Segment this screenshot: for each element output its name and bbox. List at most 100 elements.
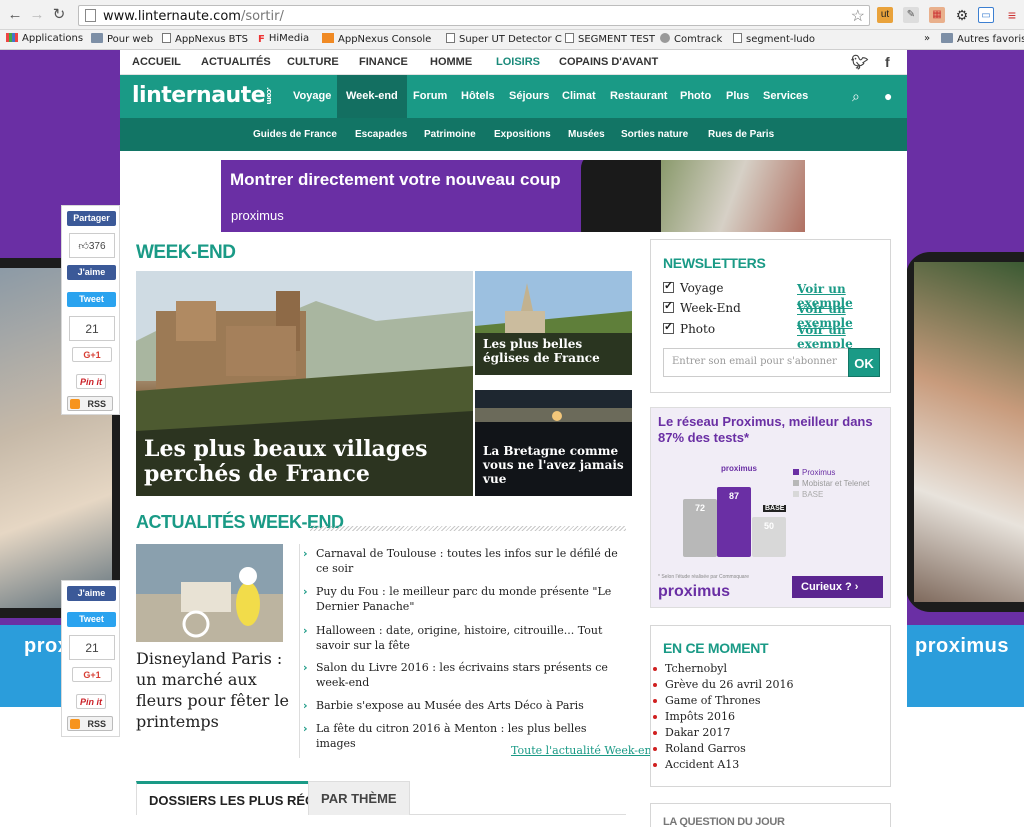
nav-sejours[interactable]: Séjours: [509, 90, 549, 102]
disneyland-photo[interactable]: [136, 544, 283, 642]
news-item[interactable]: › Puy du Fou : le meilleur parc du monde …: [303, 584, 628, 614]
rss-button[interactable]: RSS: [67, 716, 113, 731]
nav-forum[interactable]: Forum: [413, 90, 447, 102]
trending-item[interactable]: Dakar 2017: [652, 726, 730, 739]
topnav-culture[interactable]: CULTURE: [287, 56, 339, 68]
settings-gear-icon[interactable]: ⚙: [954, 7, 970, 23]
bookmark-other-favorites[interactable]: Autres favoris: [941, 33, 1024, 45]
skin-right-phone-image[interactable]: [906, 252, 1024, 612]
checkbox-photo[interactable]: [663, 320, 674, 334]
topnav-loisirs[interactable]: LOISIRS: [496, 56, 540, 68]
bookmark-appnexus-console[interactable]: AppNexus Console: [322, 33, 431, 45]
address-bar[interactable]: www.linternaute.com/sortir/ ☆: [78, 5, 870, 26]
newsletter-option-voyage[interactable]: Voyage: [663, 279, 724, 295]
gplus-button[interactable]: G+1: [72, 347, 112, 362]
topnav-actualites[interactable]: ACTUALITÉS: [201, 56, 271, 68]
newsletter-option-weekend[interactable]: Week-End: [663, 299, 741, 315]
news-item[interactable]: › Halloween : date, origine, histoire, ci…: [303, 623, 628, 653]
article-tile-eglises[interactable]: Les plus belles églises de France: [475, 271, 632, 375]
article-tile-bretagne[interactable]: La Bretagne comme vous ne l'avez jamais …: [475, 390, 632, 496]
subnav-guides[interactable]: Guides de France: [253, 129, 337, 140]
bookmark-segment-ludo[interactable]: segment-ludo: [733, 33, 815, 45]
ad-footnote: * Selon l'étude réalisée par Commsquare: [658, 574, 750, 580]
nav-restaurant[interactable]: Restaurant: [610, 90, 667, 102]
facebook-share-button[interactable]: Partager: [67, 211, 116, 226]
extension-pen-icon[interactable]: ✎: [903, 7, 919, 23]
back-icon[interactable]: ←: [6, 6, 24, 24]
bookmarks-overflow-button[interactable]: »: [924, 33, 930, 44]
checkbox-voyage[interactable]: [663, 279, 674, 293]
topnav-accueil[interactable]: ACCUEIL: [132, 56, 181, 68]
bookmark-super-ut[interactable]: Super UT Detector C: [446, 33, 562, 45]
nav-services[interactable]: Services: [763, 90, 808, 102]
news-item[interactable]: › Salon du Livre 2016 : les écrivains sta…: [303, 660, 628, 690]
bookmark-himedia[interactable]: F HiMedia: [258, 33, 309, 45]
example-link-photo[interactable]: Voir un exemple: [797, 323, 890, 351]
rss-button[interactable]: RSS: [67, 396, 113, 411]
nav-week-end[interactable]: Week-end: [337, 75, 407, 118]
subnav-expositions[interactable]: Expositions: [494, 129, 551, 140]
menu-icon[interactable]: ≡: [1004, 7, 1020, 23]
news-item[interactable]: › Barbie s'expose au Musée des Arts Déco …: [303, 698, 628, 713]
skin-right-brand[interactable]: proximus: [907, 625, 1024, 707]
extension-ut-icon[interactable]: ut: [877, 7, 893, 23]
news-item[interactable]: › Carnaval de Toulouse : toutes les infos…: [303, 546, 628, 576]
nav-hotels[interactable]: Hôtels: [461, 90, 495, 102]
forward-icon[interactable]: →: [28, 6, 46, 24]
nav-plus[interactable]: Plus: [726, 90, 749, 102]
site-logo[interactable]: linternaute .com: [132, 83, 273, 108]
extension-screen-icon[interactable]: ▭: [978, 7, 994, 23]
extension-badge-icon[interactable]: ▦: [929, 7, 945, 23]
twitter-icon[interactable]: 🐦︎: [851, 54, 869, 71]
topnav-finance[interactable]: FINANCE: [359, 56, 408, 68]
all-news-link[interactable]: Toute l'actualité Week-end: [511, 744, 659, 757]
pinterest-button[interactable]: Pin it: [76, 374, 106, 389]
tweet-button[interactable]: Tweet: [67, 612, 116, 627]
tweet-button[interactable]: Tweet: [67, 292, 116, 307]
trending-item[interactable]: Impôts 2016: [653, 710, 735, 723]
subnav-patrimoine[interactable]: Patrimoine: [424, 129, 476, 140]
topnav-homme[interactable]: HOMME: [430, 56, 472, 68]
facebook-like-button[interactable]: J'aime: [67, 265, 116, 280]
bookmark-pour-web[interactable]: Pour web: [91, 33, 153, 45]
trending-item[interactable]: Roland Garros: [653, 742, 746, 755]
tile-eglises-caption: Les plus belles églises de France: [483, 337, 600, 365]
bookmark-segment-test[interactable]: SEGMENT TEST: [565, 33, 655, 45]
site-container: ACCUEIL ACTUALITÉS CULTURE FINANCE HOMME…: [120, 50, 907, 827]
subnav-escapades[interactable]: Escapades: [355, 129, 407, 140]
nav-climat[interactable]: Climat: [562, 90, 596, 102]
bookmark-comtrack[interactable]: Comtrack: [660, 33, 722, 45]
subnav-musees[interactable]: Musées: [568, 129, 605, 140]
nav-photo[interactable]: Photo: [680, 90, 711, 102]
trending-item[interactable]: Game of Thrones: [653, 694, 761, 707]
legend-mobistar: Mobistar et Telenet: [793, 479, 869, 488]
newsletter-option-photo[interactable]: Photo: [663, 320, 715, 336]
pinterest-button[interactable]: Pin it: [76, 694, 106, 709]
newsletter-ok-button[interactable]: OK: [848, 348, 880, 377]
subnav-sorties-nature[interactable]: Sorties nature: [621, 129, 688, 140]
bookmark-applications[interactable]: Applications: [6, 33, 83, 44]
hero-article[interactable]: Les plus beaux villages perchés de Franc…: [136, 271, 473, 496]
proximus-ad[interactable]: Le réseau Proximus, meilleur dans 87% de…: [650, 407, 891, 608]
topnav-copains[interactable]: COPAINS D'AVANT: [559, 56, 658, 68]
featured-news-title[interactable]: Disneyland Paris : un marché aux fleurs …: [136, 648, 296, 732]
user-icon[interactable]: ●: [884, 88, 892, 104]
trending-item[interactable]: Tchernobyl: [653, 662, 727, 675]
gplus-button[interactable]: G+1: [72, 667, 112, 682]
bookmark-appnexus-bts[interactable]: AppNexus BTS: [162, 33, 248, 45]
newsletters-title: NEWSLETTERS: [663, 255, 766, 271]
trending-item[interactable]: Accident A13: [652, 758, 739, 771]
nav-voyage[interactable]: Voyage: [293, 90, 331, 102]
bookmark-star-icon[interactable]: ☆: [851, 6, 865, 26]
facebook-icon[interactable]: f: [885, 54, 890, 70]
leaderboard-ad[interactable]: Montrer directement votre nouveau coup p…: [221, 160, 805, 232]
trending-item[interactable]: Grève du 26 avril 2016: [652, 678, 793, 691]
subnav-rues-de-paris[interactable]: Rues de Paris: [708, 129, 774, 140]
ad-cta-button[interactable]: Curieux ? ›: [792, 576, 883, 598]
search-icon[interactable]: ⌕: [852, 88, 860, 105]
checkbox-weekend[interactable]: [663, 299, 674, 313]
facebook-like-button[interactable]: J'aime: [67, 586, 116, 601]
newsletter-email-input[interactable]: Entrer son email pour s'abonner: [663, 348, 849, 377]
reload-icon[interactable]: ↻: [50, 6, 68, 24]
tab-par-theme[interactable]: PAR THÈME: [308, 781, 410, 815]
